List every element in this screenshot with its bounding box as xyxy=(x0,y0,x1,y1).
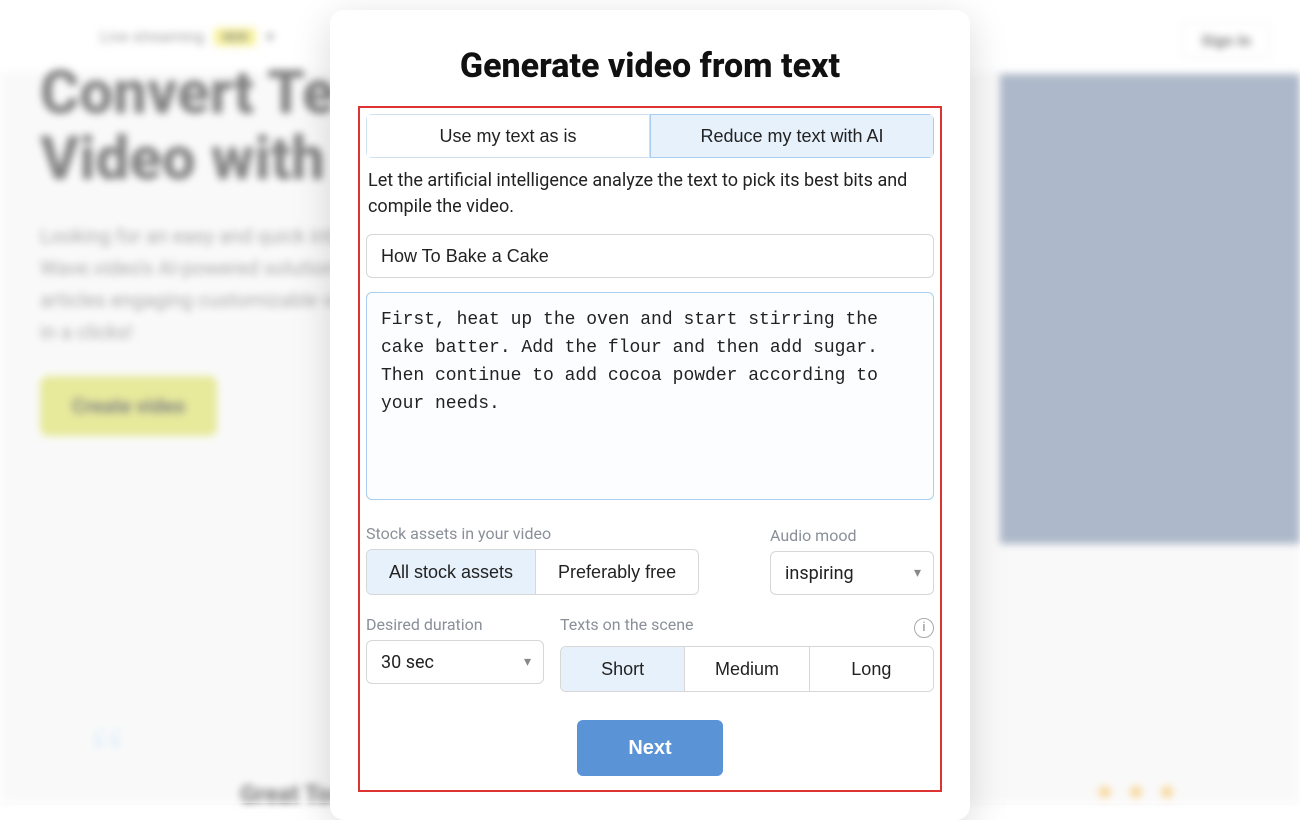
audio-mood-label: Audio mood xyxy=(770,526,934,545)
video-title-input[interactable] xyxy=(366,234,934,278)
audio-mood-value: inspiring xyxy=(785,563,854,584)
chevron-down-icon: ▾ xyxy=(914,565,921,581)
generate-video-modal: Generate video from text Use my text as … xyxy=(330,10,970,820)
stock-assets-toggle: All stock assets Preferably free xyxy=(366,549,699,595)
tab-reduce-with-ai[interactable]: Reduce my text with AI xyxy=(650,114,934,158)
highlight-box: Use my text as is Reduce my text with AI… xyxy=(358,106,942,792)
stock-assets-label: Stock assets in your video xyxy=(366,524,699,543)
video-body-textarea[interactable] xyxy=(366,292,934,500)
texts-option-medium[interactable]: Medium xyxy=(685,647,809,691)
duration-select[interactable]: 30 sec ▾ xyxy=(366,640,544,684)
texts-length-toggle: Short Medium Long xyxy=(560,646,934,692)
chevron-down-icon: ▾ xyxy=(524,654,531,670)
audio-mood-field: Audio mood inspiring ▾ xyxy=(770,526,934,595)
stock-assets-field: Stock assets in your video All stock ass… xyxy=(366,524,699,595)
audio-mood-select[interactable]: inspiring ▾ xyxy=(770,551,934,595)
next-button[interactable]: Next xyxy=(577,720,723,776)
duration-field: Desired duration 30 sec ▾ xyxy=(366,615,544,692)
texts-option-short[interactable]: Short xyxy=(561,647,685,691)
texts-option-long[interactable]: Long xyxy=(810,647,933,691)
tab-use-my-text[interactable]: Use my text as is xyxy=(366,114,650,158)
mode-description: Let the artificial intelligence analyze … xyxy=(368,168,932,220)
duration-value: 30 sec xyxy=(381,652,434,673)
info-icon[interactable]: i xyxy=(914,618,934,638)
modal-title: Generate video from text xyxy=(358,46,942,86)
text-mode-toggle: Use my text as is Reduce my text with AI xyxy=(366,114,934,158)
texts-on-scene-field: Texts on the scene i Short Medium Long xyxy=(560,615,934,692)
stock-option-free[interactable]: Preferably free xyxy=(536,550,698,594)
texts-on-scene-label: Texts on the scene xyxy=(560,615,694,634)
duration-label: Desired duration xyxy=(366,615,544,634)
stock-option-all[interactable]: All stock assets xyxy=(367,550,536,594)
